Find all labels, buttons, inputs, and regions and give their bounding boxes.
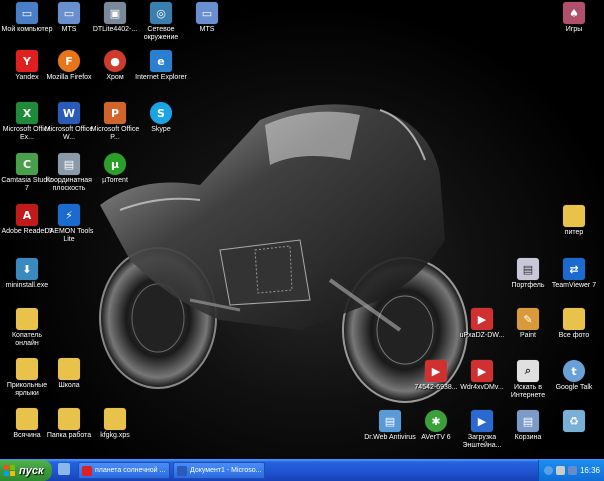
powerpoint-icon: P (104, 102, 126, 124)
start-label: пуск (19, 464, 44, 477)
folder-icon (563, 205, 585, 227)
windows-flag-icon (4, 465, 15, 476)
computer-icon: ▭ (196, 2, 218, 24)
folder-icon (58, 358, 80, 380)
icon-label: MTS (199, 26, 215, 33)
desktop-icon-work[interactable]: kfgkg.xps (88, 408, 142, 440)
desktop: ▭ Мой компьютер Y Yandex X Microsoft Off… (0, 0, 604, 459)
document-icon: ▤ (379, 410, 401, 432)
folder-icon (563, 308, 585, 330)
desktop-icon-teamviewer[interactable]: ⇄ TeamViewer 7 (547, 258, 601, 290)
briefcase-icon: ▤ (517, 258, 539, 280)
icon-label: Google Talk (555, 384, 593, 391)
folder-icon (58, 408, 80, 430)
chrome-icon: ● (104, 50, 126, 72)
word-icon (177, 465, 187, 476)
computer-icon: ▭ (58, 2, 80, 24)
installer-icon: ▣ (104, 2, 126, 24)
yandex-icon: Y (16, 50, 38, 72)
task-label: Документ1 - Microso... (190, 467, 262, 474)
folder-icon (16, 408, 38, 430)
word-icon: W (58, 102, 80, 124)
desktop-icon-gtalk[interactable]: t Google Talk (547, 360, 601, 392)
firefox-icon: F (58, 50, 80, 72)
icon-label: DAEMON Tools Lite (44, 228, 94, 243)
video-icon: ▶ (471, 360, 493, 382)
skype-icon: S (150, 102, 172, 124)
desktop-icon-photos[interactable]: Все фото (547, 308, 601, 340)
ie-icon: e (150, 50, 172, 72)
excel-icon: X (16, 102, 38, 124)
volume-icon[interactable] (555, 466, 565, 475)
camtasia-icon: C (16, 153, 38, 175)
show-desktop-icon[interactable] (58, 463, 70, 475)
desktop-icon-skype[interactable]: S Skype (134, 102, 188, 134)
start-button[interactable]: пуск (0, 460, 52, 481)
icon-label: TeamViewer 7 (551, 282, 597, 289)
paint-icon: ✎ (517, 308, 539, 330)
icon-label: питер (564, 229, 584, 236)
recycle-bin-icon: ♻ (563, 410, 585, 432)
teamviewer-icon: ⇄ (563, 258, 585, 280)
daemon-icon: ⚡ (58, 204, 80, 226)
icon-label: µTorrent (102, 177, 128, 184)
taskbar-button-word[interactable]: Документ1 - Microso... (173, 462, 265, 479)
gtalk-icon: t (563, 360, 585, 382)
desktop-icon-trash[interactable]: ♻ (547, 410, 601, 434)
folder-icon (16, 358, 38, 380)
icon-label: Копатель онлайн (11, 332, 43, 347)
drweb-icon: ✱ (425, 410, 447, 432)
desktop-icon-utorrent[interactable]: µ µTorrent (88, 153, 142, 185)
avertv-icon: ▶ (471, 410, 493, 432)
taskbar: пуск планета солнечной ... Документ1 - M… (0, 459, 604, 481)
system-tray: 16:36 (538, 460, 604, 481)
utorrent-icon: µ (104, 153, 126, 175)
folder-icon (104, 408, 126, 430)
desktop-icon-ie[interactable]: e Internet Explorer (134, 50, 188, 82)
network-icon: ◎ (150, 2, 172, 24)
computer-icon: ▭ (16, 2, 38, 24)
games-icon: ♠ (563, 2, 585, 24)
icon-label: kfgkg.xps (100, 432, 130, 439)
video-icon: ▶ (471, 308, 493, 330)
document-icon: ▤ (58, 153, 80, 175)
desktop-icon-mts2[interactable]: ▭ MTS (180, 2, 234, 34)
icon-label: Skype (151, 126, 171, 133)
tray-arrow-icon[interactable] (543, 466, 553, 475)
icon-label: mininstall.exe (5, 282, 49, 289)
desktop-icon-school[interactable]: Школа (42, 358, 96, 390)
desktop-icon-kopatel[interactable]: Копатель онлайн (0, 308, 54, 348)
acrobat-icon: A (16, 204, 38, 226)
folder-icon (16, 308, 38, 330)
desktop-icon-games[interactable]: ♠ Игры (547, 2, 601, 34)
search-icon: ⌕ (517, 360, 539, 382)
desktop-icon-piter[interactable]: питер (547, 205, 601, 237)
icon-label: Все фото (558, 332, 590, 339)
icon-label: Internet Explorer (135, 74, 187, 81)
desktop-icon-daemon[interactable]: ⚡ DAEMON Tools Lite (42, 204, 96, 244)
document-icon: ▤ (517, 410, 539, 432)
video-icon: ▶ (425, 360, 447, 382)
quick-launch (58, 463, 70, 475)
task-label: планета солнечной ... (95, 467, 166, 474)
taskbar-button-browser[interactable]: планета солнечной ... (78, 462, 170, 479)
installer-icon: ⬇ (16, 258, 38, 280)
yandex-icon (82, 465, 92, 476)
icon-label: Школа (58, 382, 80, 389)
network-tray-icon[interactable] (567, 466, 577, 475)
clock[interactable]: 16:36 (580, 466, 600, 475)
icon-label: Игры (565, 26, 583, 33)
icon-label: Корзина (514, 434, 542, 441)
desktop-icon-mininstall[interactable]: ⬇ mininstall.exe (0, 258, 54, 290)
